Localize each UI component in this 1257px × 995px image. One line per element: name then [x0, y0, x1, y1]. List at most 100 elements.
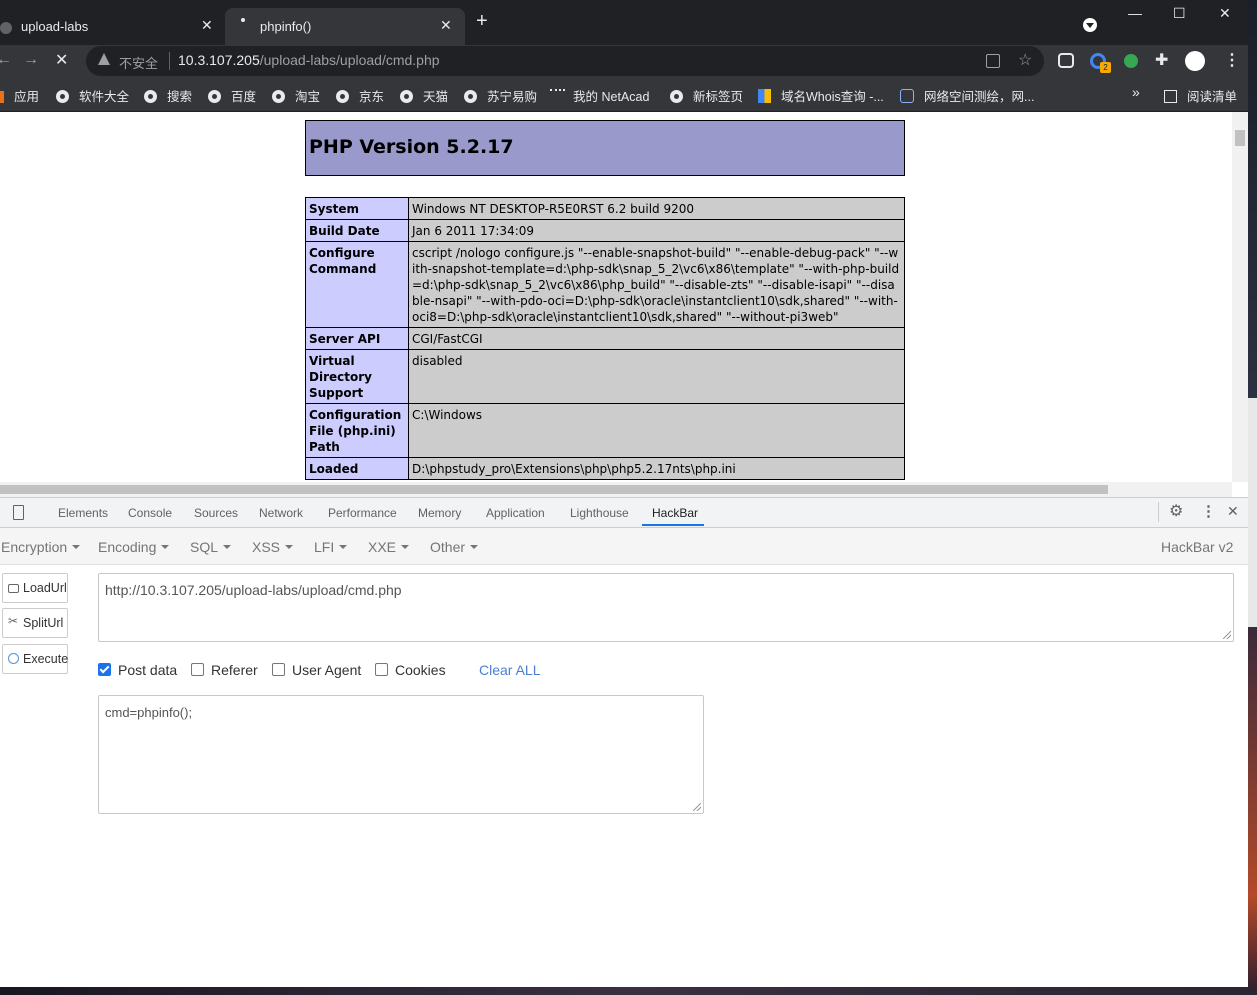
menu-label: Encryption	[1, 539, 68, 555]
split-url-button[interactable]: ✂ SplitUrl	[2, 608, 68, 638]
row-key: Virtual Directory Support	[305, 349, 409, 404]
bookmark-item[interactable]: 软件大全	[56, 86, 129, 105]
chevron-down-icon	[470, 545, 479, 549]
button-label: LoadUrl	[23, 581, 67, 595]
bookmark-star-icon[interactable]: ☆	[1018, 50, 1032, 70]
tab-memory[interactable]: Memory	[418, 506, 461, 520]
tab-upload-labs[interactable]: upload-labs ✕	[0, 8, 225, 45]
loading-favicon-icon	[241, 18, 245, 22]
php-version-header: PHP Version 5.2.17	[305, 120, 905, 176]
phpinfo-table: System Windows NT DESKTOP-R5E0RST 6.2 bui…	[305, 197, 905, 480]
post-data-checkbox[interactable]: Post data	[98, 662, 177, 678]
bookmark-item[interactable]: 新标签页	[670, 86, 743, 105]
resize-grip-icon[interactable]	[693, 803, 701, 811]
url-textarea-value: http://10.3.107.205/upload-labs/upload/c…	[105, 582, 402, 598]
menu-other[interactable]: Other	[430, 539, 479, 555]
execute-button[interactable]: Execute	[2, 644, 68, 674]
checkbox-label: Referer	[211, 662, 258, 678]
url-text[interactable]: 10.3.107.205/upload-labs/upload/cmd.php	[178, 52, 440, 68]
desktop-background	[1248, 0, 1257, 995]
back-arrow-icon[interactable]: ←	[0, 51, 12, 69]
scrollbar-thumb[interactable]	[1235, 130, 1245, 146]
globe-icon	[400, 90, 413, 103]
menu-sql[interactable]: SQL	[190, 539, 232, 555]
checkbox-icon	[191, 663, 204, 676]
checkbox-label: User Agent	[292, 662, 362, 678]
more-options-icon[interactable]: ⋮	[1201, 502, 1216, 520]
checkbox-checked-icon	[98, 663, 111, 676]
browser-menu-icon[interactable]: ⋮	[1224, 50, 1240, 70]
tab-elements[interactable]: Elements	[58, 506, 108, 520]
php-version-title: PHP Version 5.2.17	[309, 136, 514, 158]
maximize-icon[interactable]: ☐	[1173, 5, 1186, 22]
horizontal-scrollbar[interactable]	[0, 482, 1232, 497]
menu-encoding[interactable]: Encoding	[98, 539, 170, 555]
referer-checkbox[interactable]: Referer	[191, 662, 258, 678]
bookmark-item[interactable]: 苏宁易购	[464, 86, 537, 105]
table-row: Loaded D:\phpstudy_pro\Extensions\php\php…	[305, 457, 905, 480]
tab-application[interactable]: Application	[486, 506, 545, 520]
clear-all-button[interactable]: Clear ALL	[479, 662, 540, 678]
scrollbar-thumb[interactable]	[0, 485, 1108, 494]
new-tab-plus-icon[interactable]: +	[476, 11, 488, 31]
reading-list-button[interactable]: 阅读清单	[1164, 86, 1237, 105]
close-window-icon[interactable]: ✕	[1219, 5, 1231, 22]
extension-cast-icon[interactable]	[1058, 53, 1074, 68]
user-agent-checkbox[interactable]: User Agent	[272, 662, 361, 678]
bookmark-label: 网络空间测绘，网...	[924, 90, 1035, 104]
menu-xss[interactable]: XSS	[252, 539, 294, 555]
extension-green-icon[interactable]	[1124, 54, 1138, 68]
bookmark-item[interactable]: 域名Whois查询 -...	[758, 86, 884, 105]
post-body-textarea[interactable]: cmd=phpinfo();	[98, 695, 704, 814]
bookmark-item[interactable]: 京东	[336, 86, 384, 105]
page-viewport[interactable]: PHP Version 5.2.17 System Windows NT DESK…	[0, 112, 1248, 497]
tab-title: upload-labs	[21, 19, 89, 34]
tab-search-icon[interactable]	[1083, 18, 1097, 32]
forward-arrow-icon[interactable]: →	[23, 51, 39, 69]
tab-performance[interactable]: Performance	[328, 506, 397, 520]
translate-icon[interactable]	[986, 54, 1000, 68]
resize-grip-icon[interactable]	[1223, 631, 1231, 639]
bookmark-item[interactable]: 我的 NetAcad	[550, 86, 649, 105]
device-toolbar-icon[interactable]	[13, 505, 24, 520]
row-value: C:\Windows	[408, 403, 905, 458]
settings-gear-icon[interactable]: ⚙	[1169, 501, 1183, 521]
tab-lighthouse[interactable]: Lighthouse	[570, 506, 629, 520]
cookies-checkbox[interactable]: Cookies	[375, 662, 446, 678]
url-textarea[interactable]: http://10.3.107.205/upload-labs/upload/c…	[98, 573, 1234, 642]
bookmark-apps[interactable]: 应用	[0, 86, 39, 105]
stop-loading-icon[interactable]: ✕	[55, 50, 68, 70]
bookmark-item[interactable]: 网络空间测绘，网...	[900, 86, 1034, 105]
address-bar[interactable]: 不安全 10.3.107.205/upload-labs/upload/cmd.…	[86, 46, 1044, 76]
bookmarks-overflow-chevron-icon[interactable]: »	[1132, 84, 1140, 100]
extensions-puzzle-icon[interactable]: ✚	[1155, 50, 1168, 70]
vertical-scrollbar[interactable]	[1232, 112, 1248, 482]
row-key: Loaded	[305, 457, 409, 480]
close-devtools-icon[interactable]: ✕	[1227, 503, 1239, 520]
tab-sources[interactable]: Sources	[194, 506, 238, 520]
bookmark-label: 新标签页	[693, 90, 744, 104]
divider	[169, 52, 170, 70]
tab-hackbar[interactable]: HackBar	[652, 506, 698, 520]
bookmark-label: 搜索	[167, 90, 193, 104]
bookmark-item[interactable]: 天猫	[400, 86, 448, 105]
menu-xxe[interactable]: XXE	[368, 539, 410, 555]
load-url-button[interactable]: LoadUrl	[2, 573, 68, 603]
bookmark-label: 软件大全	[79, 90, 130, 104]
tab-phpinfo[interactable]: phpinfo() ✕	[225, 8, 465, 45]
bookmark-item[interactable]: 百度	[208, 86, 256, 105]
row-key: Configuration File (php.ini) Path	[305, 403, 409, 458]
devtools-panel: Elements Console Sources Network Perform…	[0, 497, 1248, 987]
close-tab-icon[interactable]: ✕	[201, 17, 213, 34]
tab-network[interactable]: Network	[259, 506, 303, 520]
bookmark-label: 天猫	[423, 90, 449, 104]
close-tab-icon[interactable]: ✕	[440, 17, 452, 34]
profile-avatar-icon[interactable]	[1185, 51, 1205, 71]
menu-label: SQL	[190, 539, 219, 555]
tab-console[interactable]: Console	[128, 506, 172, 520]
bookmark-item[interactable]: 搜索	[144, 86, 192, 105]
bookmark-item[interactable]: 淘宝	[272, 86, 320, 105]
minimize-icon[interactable]: —	[1128, 5, 1142, 21]
menu-encryption[interactable]: Encryption	[1, 539, 81, 555]
menu-lfi[interactable]: LFI	[314, 539, 348, 555]
